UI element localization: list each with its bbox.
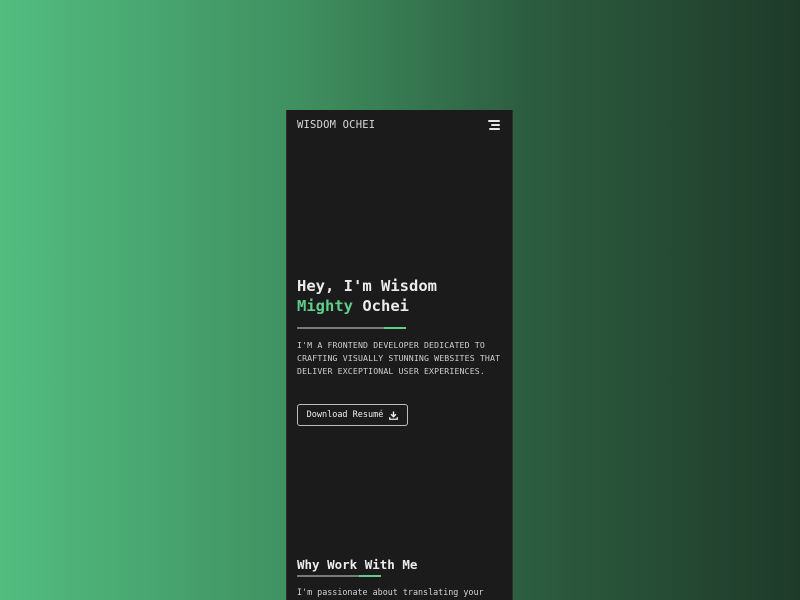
why-work-with-me-text: I'm passionate about translating your — [297, 587, 484, 597]
hero-title-line1: Hey, I'm Wisdom — [297, 277, 437, 295]
download-resume-button[interactable]: Download Resumé — [297, 404, 408, 426]
mobile-viewport: WISDOM OCHEI Hey, I'm Wisdom Mighty Oche… — [286, 110, 513, 600]
download-icon — [389, 410, 399, 420]
site-brand[interactable]: WISDOM OCHEI — [297, 119, 375, 131]
download-resume-label: Download Resumé — [306, 410, 384, 420]
hero-description: I'M A FRONTEND DEVELOPER DEDICATED TO CR… — [297, 340, 501, 376]
menu-line — [489, 128, 500, 130]
menu-line — [488, 120, 500, 122]
why-work-with-me-title: Why Work With Me — [297, 557, 418, 572]
hero-title-rest: Ochei — [353, 297, 409, 315]
hamburger-menu-icon[interactable] — [488, 120, 500, 131]
hero-title-accent: Mighty — [297, 297, 353, 315]
menu-line — [491, 124, 500, 126]
why-underline-accent — [359, 575, 381, 577]
hero-underline-accent — [384, 327, 406, 329]
hero-title: Hey, I'm Wisdom Mighty Ochei — [297, 276, 437, 316]
why-underline — [297, 575, 381, 577]
hero-underline — [297, 327, 406, 329]
